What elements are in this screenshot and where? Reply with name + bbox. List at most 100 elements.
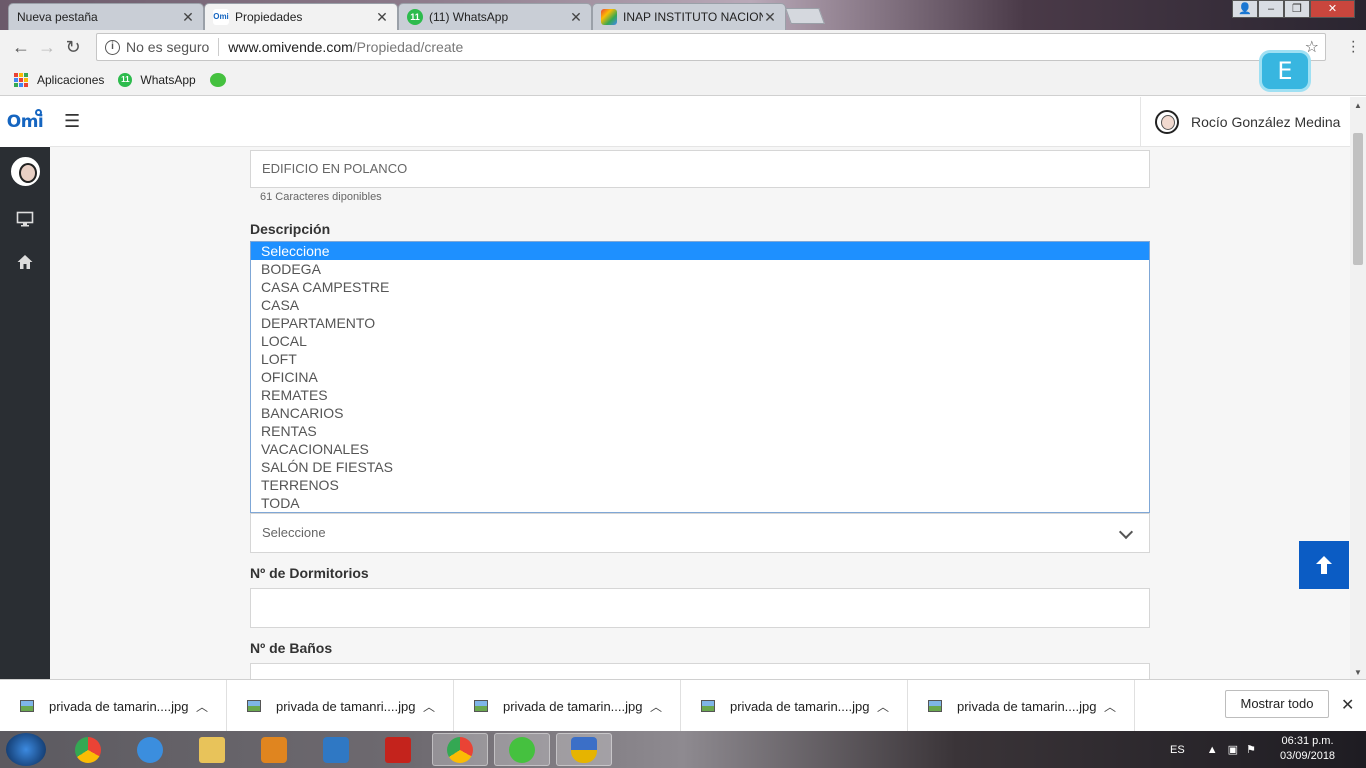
location-pin-icon	[35, 109, 42, 116]
chevron-up-icon[interactable]: ︿	[1104, 698, 1134, 715]
extension-e-button[interactable]: E	[1262, 53, 1308, 89]
taskbar-wechat[interactable]	[494, 733, 550, 766]
minimize-button[interactable]: –	[1258, 0, 1284, 18]
download-item[interactable]: privada de tamarin....jpg ︿	[0, 680, 227, 732]
taskbar-ie[interactable]	[122, 733, 178, 766]
back-arrow-icon[interactable]: ←	[8, 37, 34, 58]
dropdown-option[interactable]: VACACIONALES	[251, 440, 1149, 458]
taskbar-chrome-active[interactable]	[432, 733, 488, 766]
taskbar-app[interactable]	[308, 733, 364, 766]
bookmark-apps[interactable]: Aplicaciones	[14, 72, 104, 87]
tab-title: INAP INSTITUTO NACIONA	[623, 10, 763, 24]
download-item[interactable]: privada de tamarin....jpg ︿	[908, 680, 1135, 732]
browser-tab-strip: Nueva pestaña ✕ Omi Propiedades ✕ 11 (11…	[0, 0, 1366, 30]
omi-logo[interactable]: Omi	[0, 97, 50, 147]
window-close-button[interactable]: ✕	[1310, 0, 1355, 18]
chevron-up-icon[interactable]: ︿	[650, 698, 680, 715]
divider	[218, 38, 220, 56]
tab-whatsapp[interactable]: 11 (11) WhatsApp ✕	[398, 3, 592, 30]
user-menu[interactable]: Rocío González Medina	[1140, 97, 1350, 147]
close-icon[interactable]: ✕	[569, 9, 583, 26]
dropdown-option[interactable]: LOFT	[251, 350, 1149, 368]
taskbar-security[interactable]	[556, 733, 612, 766]
download-item[interactable]: privada de tamanri....jpg ︿	[227, 680, 454, 732]
dropdown-option[interactable]: CASA	[251, 296, 1149, 314]
clock[interactable]: 06:31 p.m. 03/09/2018	[1280, 734, 1335, 764]
chevron-up-icon[interactable]: ︿	[877, 698, 907, 715]
taskbar-acrobat[interactable]	[370, 733, 426, 766]
language-indicator[interactable]: ES	[1170, 744, 1185, 756]
dropdown-option[interactable]: BANCARIOS	[251, 404, 1149, 422]
close-icon[interactable]: ✕	[763, 9, 777, 26]
close-icon[interactable]: ✕	[375, 9, 389, 26]
dormitorios-label: Nº de Dormitorios	[250, 565, 369, 581]
dropdown-option[interactable]: DEPARTAMENTO	[251, 314, 1149, 332]
tab-inap[interactable]: INAP INSTITUTO NACIONA ✕	[592, 3, 786, 30]
scroll-up-arrow-icon[interactable]: ▲	[1354, 101, 1362, 110]
monitor-icon[interactable]	[16, 210, 34, 228]
close-icon[interactable]: ✕	[1341, 695, 1354, 715]
bookmark-label: WhatsApp	[140, 72, 196, 87]
reload-icon[interactable]: ↻	[60, 37, 86, 58]
description-dropdown-list[interactable]: Seleccione BODEGA CASA CAMPESTRE CASA DE…	[250, 241, 1150, 513]
dropdown-option[interactable]: BODEGA	[251, 260, 1149, 278]
banos-input[interactable]	[250, 663, 1150, 679]
tab-propiedades[interactable]: Omi Propiedades ✕	[204, 3, 398, 30]
wechat-icon	[209, 72, 226, 87]
tab-nueva-pestana[interactable]: Nueva pestaña ✕	[8, 3, 204, 30]
page-scrollbar[interactable]: ▲ ▼	[1350, 97, 1366, 679]
chevron-up-icon[interactable]: ︿	[196, 698, 226, 715]
scroll-down-arrow-icon[interactable]: ▼	[1354, 668, 1362, 677]
dropdown-option[interactable]: RENTAS	[251, 422, 1149, 440]
tab-title: Nueva pestaña	[17, 10, 98, 24]
forward-arrow-icon[interactable]: →	[34, 37, 60, 58]
scroll-thumb[interactable]	[1353, 133, 1363, 265]
dropdown-option[interactable]: REMATES	[251, 386, 1149, 404]
show-all-downloads-button[interactable]: Mostrar todo	[1225, 690, 1329, 718]
scroll-to-top-button[interactable]	[1299, 541, 1349, 589]
chrome-icon	[75, 736, 101, 763]
bookmark-wechat[interactable]	[209, 72, 226, 87]
bookmark-whatsapp[interactable]: 11 WhatsApp	[118, 72, 196, 87]
more-menu-icon[interactable]: · · ·	[1351, 34, 1356, 60]
dropdown-option[interactable]: TODA	[251, 494, 1149, 512]
dropdown-option[interactable]: TERRENOS	[251, 476, 1149, 494]
restore-button[interactable]: ❐	[1284, 0, 1310, 18]
taskbar-chrome[interactable]	[60, 733, 116, 766]
network-icon[interactable]: ▣	[1228, 743, 1238, 756]
person-icon[interactable]: 👤	[1232, 0, 1258, 18]
tray-arrow-icon[interactable]: ▲	[1207, 744, 1218, 756]
bookmarks-bar: Aplicaciones 11 WhatsApp	[0, 64, 1366, 96]
address-bar[interactable]: i No es seguro www.omivende.com/Propieda…	[96, 33, 1326, 61]
title-input[interactable]: EDIFICIO EN POLANCO	[250, 150, 1150, 188]
security-label[interactable]: No es seguro	[126, 39, 209, 55]
dropdown-option[interactable]: LOCAL	[251, 332, 1149, 350]
dropdown-option[interactable]: CASA CAMPESTRE	[251, 278, 1149, 296]
user-name: Rocío González Medina	[1191, 114, 1341, 130]
chevron-up-icon[interactable]: ︿	[423, 698, 453, 715]
dropdown-option[interactable]: SALÓN DE FIESTAS	[251, 458, 1149, 476]
taskbar-media[interactable]	[246, 733, 302, 766]
start-button[interactable]	[6, 733, 46, 766]
dropdown-option[interactable]: OFICINA	[251, 368, 1149, 386]
image-file-icon	[247, 700, 261, 712]
url-path: /Propiedad/create	[352, 39, 464, 55]
property-type-select[interactable]: Seleccione	[250, 513, 1150, 553]
hamburger-menu-icon[interactable]: ☰	[64, 111, 80, 132]
taskbar-explorer[interactable]	[184, 733, 240, 766]
download-item[interactable]: privada de tamarin....jpg ︿	[454, 680, 681, 732]
dropdown-option[interactable]: Seleccione	[251, 242, 1149, 260]
new-tab-button[interactable]	[785, 8, 825, 24]
dormitorios-input[interactable]	[250, 588, 1150, 628]
flag-icon[interactable]: ⚑	[1246, 743, 1256, 756]
star-icon[interactable]: ☆	[1305, 37, 1319, 57]
home-icon[interactable]	[16, 253, 34, 271]
sidebar-avatar[interactable]	[11, 157, 40, 186]
system-tray: ES ▲ ▣ ⚑	[1170, 731, 1256, 768]
close-icon[interactable]: ✕	[181, 9, 195, 26]
info-icon[interactable]: i	[105, 39, 120, 55]
download-filename: privada de tamarin....jpg	[730, 698, 870, 714]
downloads-bar: privada de tamarin....jpg ︿ privada de t…	[0, 679, 1366, 732]
maps-favicon-icon	[601, 9, 617, 25]
download-item[interactable]: privada de tamarin....jpg ︿	[681, 680, 908, 732]
